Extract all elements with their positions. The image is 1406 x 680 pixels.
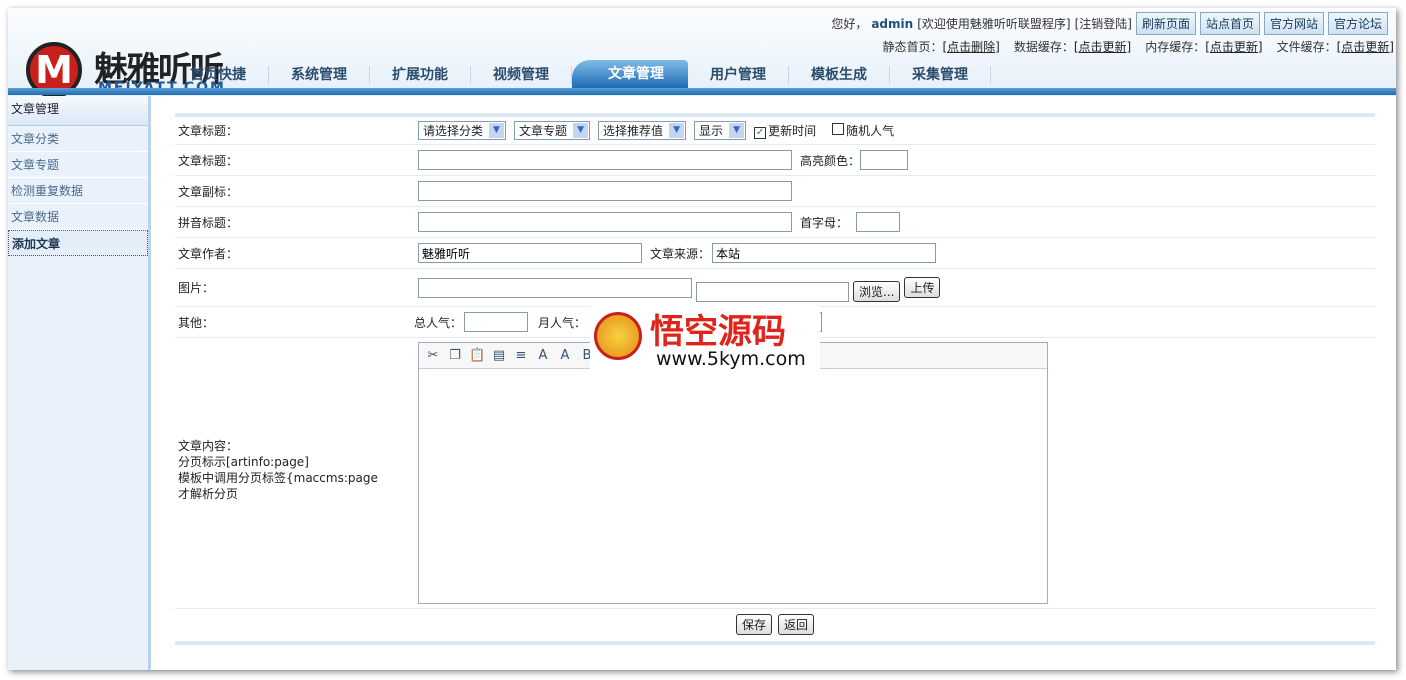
pinyin-label: 拼音标题：	[178, 215, 239, 230]
category-select[interactable]: 请选择分类 ▼	[418, 121, 507, 140]
header: M 魅雅听听 MEIYATT.COM 您好，admin [欢迎使用魅雅听听联盟程…	[8, 8, 1396, 98]
article-form: 文章标题： 请选择分类 ▼ 文章专题 ▼ 选择推荐值 ▼ 显示 ▼ ✓ 更新时间 随机人气…	[175, 113, 1375, 645]
display-value: 显示	[699, 124, 724, 138]
sidebar-item-topics[interactable]: 文章专题	[8, 152, 148, 178]
official-site-button[interactable]: 官方网站	[1263, 12, 1324, 35]
source-label: 文章来源：	[650, 246, 711, 261]
official-forum-button[interactable]: 官方论坛	[1327, 12, 1388, 35]
content-hint: 分页标示[artinfo:page]	[178, 455, 309, 469]
title-input[interactable]	[418, 150, 792, 170]
highlight-color-input[interactable]	[860, 150, 909, 170]
copy-icon[interactable]: ❐	[447, 348, 463, 364]
site-home-button[interactable]: 站点首页	[1199, 12, 1260, 35]
update-data-cache-link[interactable]: [点击更新]	[1074, 40, 1131, 54]
chevron-down-icon: ▼	[489, 123, 505, 138]
font-color-icon[interactable]: A	[535, 348, 551, 364]
display-select[interactable]: 显示 ▼	[694, 121, 747, 140]
browse-button[interactable]: 浏览...	[853, 281, 901, 302]
total-pop-input[interactable]	[464, 312, 529, 332]
form-bottom-bar	[175, 641, 1375, 645]
sidebar-title: 文章管理	[8, 96, 148, 126]
subtitle-input[interactable]	[418, 181, 792, 201]
highlight-color-label: 高亮颜色：	[800, 153, 861, 168]
cache-label: 内存缓存：	[1145, 40, 1206, 54]
watermark: 悟空源码 www.5kym.com	[590, 302, 820, 378]
refresh-button[interactable]: 刷新页面	[1135, 12, 1196, 35]
image-label: 图片：	[178, 281, 215, 295]
watermark-title: 悟空源码	[650, 312, 786, 352]
paste-text-icon[interactable]: ▤	[491, 348, 507, 364]
title-options-label: 文章标题：	[178, 124, 239, 138]
cache-label: 静态首页：	[882, 40, 943, 54]
content-label: 文章内容：	[178, 439, 239, 453]
upload-button[interactable]: 上传	[904, 277, 941, 298]
topic-select[interactable]: 文章专题 ▼	[514, 121, 591, 140]
nav-template[interactable]: 模板生成	[789, 66, 890, 84]
delete-static-link[interactable]: [点击删除]	[942, 40, 999, 54]
update-memory-cache-link[interactable]: [点击更新]	[1205, 40, 1262, 54]
content-hint: 才解析分页	[178, 487, 239, 501]
sidebar-item-duplicates[interactable]: 检测重复数据	[8, 178, 148, 204]
nav-extensions[interactable]: 扩展功能	[370, 66, 471, 84]
cache-label: 文件缓存：	[1276, 40, 1337, 54]
random-pop-label: 随机人气	[846, 124, 895, 138]
chevron-down-icon: ▼	[669, 123, 685, 138]
font-size-icon[interactable]: A	[557, 348, 573, 364]
sidebar-item-add-article[interactable]: 添加文章	[8, 230, 148, 256]
watermark-url: www.5kym.com	[656, 348, 806, 370]
file-input[interactable]	[696, 281, 849, 302]
category-value: 请选择分类	[423, 124, 484, 138]
cut-icon[interactable]: ✂	[425, 348, 441, 364]
topic-value: 文章专题	[519, 124, 568, 138]
image-url-input[interactable]	[418, 277, 692, 298]
author-input[interactable]	[418, 243, 642, 263]
subtitle-label: 文章副标：	[178, 184, 239, 199]
nav-users[interactable]: 用户管理	[688, 66, 789, 84]
nav-video[interactable]: 视频管理	[471, 66, 572, 84]
random-pop-checkbox[interactable]: 随机人气	[832, 122, 894, 139]
recommend-select[interactable]: 选择推荐值 ▼	[598, 121, 687, 140]
rich-text-editor[interactable]: ✂❐📋▤≡AAB☰∞⚯▣◐◉▦◇▭ⓘ	[418, 342, 1048, 604]
sidebar-item-data[interactable]: 文章数据	[8, 204, 148, 230]
title-label: 文章标题：	[178, 153, 239, 168]
back-button[interactable]: 返回	[778, 613, 815, 635]
other-label: 其他：	[178, 315, 215, 330]
content-hint: 模板中调用分页标签{maccms:page	[178, 471, 378, 485]
source-input[interactable]	[712, 243, 937, 263]
update-file-cache-link[interactable]: [点击更新]	[1337, 40, 1394, 54]
nav-home-shortcut[interactable]: 首页快捷	[168, 66, 269, 84]
update-time-label: 更新时间	[768, 124, 817, 138]
cache-bar: 静态首页：[点击删除] 数据缓存：[点击更新] 内存缓存：[点击更新] 文件缓存…	[882, 38, 1394, 55]
initial-label: 首字母：	[800, 215, 849, 230]
month-pop-label: 月人气：	[538, 315, 587, 330]
nav-collect[interactable]: 采集管理	[890, 66, 991, 84]
username: admin	[871, 16, 914, 31]
pinyin-input[interactable]	[418, 212, 792, 232]
cache-label: 数据缓存：	[1013, 40, 1074, 54]
nav-system[interactable]: 系统管理	[269, 66, 370, 84]
paragraph-icon[interactable]: ≡	[513, 348, 529, 364]
top-info: 您好， admin [欢迎使用魅雅听听联盟程序] [注销登陆] 刷新页面 站点首页…	[831, 12, 1388, 35]
header-divider	[8, 88, 1396, 95]
chevron-down-icon: ▼	[573, 123, 589, 138]
logout-link[interactable]: [注销登陆]	[1075, 15, 1132, 32]
paste-icon[interactable]: 📋	[469, 348, 485, 364]
author-label: 文章作者：	[178, 246, 239, 261]
greeting: 您好，	[831, 17, 868, 31]
monkey-logo-icon	[594, 312, 642, 360]
save-button[interactable]: 保存	[735, 613, 772, 635]
total-pop-label: 总人气：	[414, 315, 463, 330]
sidebar: 文章管理 文章分类 文章专题 检测重复数据 文章数据 添加文章	[8, 96, 151, 670]
main-nav: 首页快捷 系统管理 扩展功能 视频管理 文章管理 用户管理 模板生成 采集管理	[168, 60, 991, 88]
recommend-value: 选择推荐值	[603, 124, 664, 138]
checkbox-unchecked-icon	[832, 123, 845, 135]
nav-article[interactable]: 文章管理	[572, 60, 688, 88]
chevron-down-icon: ▼	[729, 123, 745, 138]
sidebar-item-categories[interactable]: 文章分类	[8, 126, 148, 152]
checkbox-checked-icon: ✓	[754, 127, 767, 139]
welcome-text: [欢迎使用魅雅听听联盟程序]	[917, 17, 1071, 31]
initial-input[interactable]	[856, 212, 901, 232]
update-time-checkbox[interactable]: ✓ 更新时间	[754, 122, 816, 139]
